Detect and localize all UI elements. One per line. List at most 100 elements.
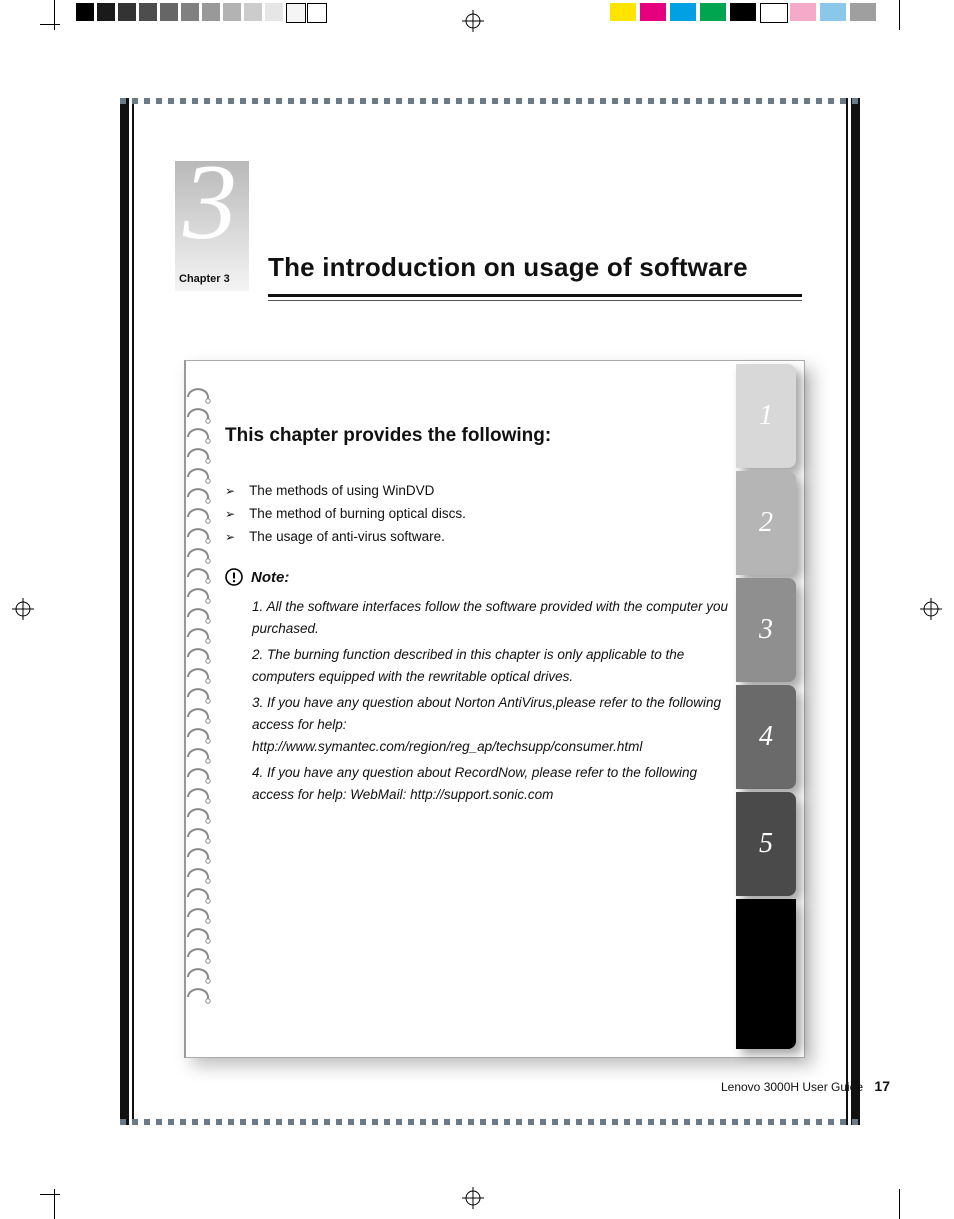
note-list: 1. All the software interfaces follow th… [252, 596, 732, 810]
spiral-ring-icon [186, 848, 216, 866]
chapter-number: 3 [183, 141, 237, 265]
spiral-ring-icon [186, 528, 216, 546]
chapter-badge: 3 Chapter 3 [175, 161, 249, 291]
registration-mark-icon [462, 1187, 484, 1209]
spiral-ring-icon [186, 828, 216, 846]
color-swatch [700, 3, 726, 21]
spiral-ring-icon [186, 568, 216, 586]
spiral-ring-icon [186, 488, 216, 506]
crop-mark [40, 24, 60, 25]
frame-inner-left [132, 98, 134, 1125]
spiral-ring-icon [186, 988, 216, 1006]
spiral-ring-icon [186, 688, 216, 706]
spiral-ring-icon [186, 648, 216, 666]
spiral-ring-icon [186, 608, 216, 626]
crop-mark [40, 1194, 60, 1195]
section-tab[interactable]: 5 [736, 792, 796, 896]
spiral-ring-icon [186, 948, 216, 966]
spiral-ring-icon [186, 548, 216, 566]
chapter-title: The introduction on usage of software [268, 252, 748, 283]
page-canvas: 3 Chapter 3 The introduction on usage of… [0, 0, 954, 1219]
section-tab[interactable]: 3 [736, 578, 796, 682]
gray-swatch [160, 3, 178, 21]
list-item: ➢The methods of using WinDVD [225, 480, 466, 502]
spiral-ring-icon [186, 628, 216, 646]
spiral-binding-icon [186, 388, 218, 1022]
color-swatch [760, 3, 788, 23]
frame-inner-right [846, 98, 848, 1125]
spiral-ring-icon [186, 728, 216, 746]
spiral-ring-icon [186, 928, 216, 946]
registration-mark-icon [920, 598, 942, 620]
tab-label: 3 [759, 614, 773, 646]
section-heading: This chapter provides the following: [225, 425, 551, 447]
spiral-ring-icon [186, 968, 216, 986]
registration-mark-icon [12, 598, 34, 620]
spiral-ring-icon [186, 768, 216, 786]
frame-right-bar [851, 98, 860, 1125]
list-item: ➢ The method of burning optical discs. [225, 503, 466, 525]
note-item: 1. All the software interfaces follow th… [252, 596, 732, 640]
spiral-ring-icon [186, 668, 216, 686]
section-tab[interactable]: 4 [736, 685, 796, 789]
spiral-ring-icon [186, 428, 216, 446]
gray-swatch [286, 3, 306, 23]
note-icon [225, 568, 243, 586]
section-tab[interactable]: 2 [736, 471, 796, 575]
frame-bottom-dash [120, 1119, 860, 1125]
color-swatch [790, 3, 816, 21]
crop-mark [899, 0, 900, 30]
gray-swatch [223, 3, 241, 21]
gray-swatch [202, 3, 220, 21]
spiral-ring-icon [186, 788, 216, 806]
spiral-ring-icon [186, 908, 216, 926]
crop-mark [899, 1189, 900, 1219]
tab-label: 2 [759, 507, 773, 539]
color-swatch [640, 3, 666, 21]
bullet-text: The method of burning optical discs. [249, 503, 466, 525]
spiral-ring-icon [186, 388, 216, 406]
registration-mark-icon [462, 10, 484, 32]
crop-mark [54, 0, 55, 30]
gray-swatch [118, 3, 136, 21]
title-rule-thick [268, 294, 802, 297]
spiral-ring-icon [186, 748, 216, 766]
bullet-arrow-icon: ➢ [225, 503, 235, 525]
gray-swatch [265, 3, 283, 21]
bullet-arrow-icon: ➢ [225, 480, 235, 502]
list-item: ➢ The usage of anti-virus software. [225, 526, 466, 548]
section-tabs: 1 2 3 4 5 [736, 364, 796, 1052]
spiral-ring-icon [186, 448, 216, 466]
color-swatch [670, 3, 696, 21]
frame-left-bar [120, 98, 129, 1125]
spiral-ring-icon [186, 708, 216, 726]
bullet-list: ➢The methods of using WinDVD➢The method … [225, 480, 466, 549]
note-label: Note: [251, 569, 289, 586]
spiral-ring-icon [186, 808, 216, 826]
color-swatch [850, 3, 876, 21]
spiral-ring-icon [186, 868, 216, 886]
tab-strip-end [736, 899, 796, 1049]
title-rule-thin [268, 300, 802, 301]
gray-swatch [244, 3, 262, 21]
guide-name: Lenovo 3000H User Guide [721, 1080, 863, 1094]
spiral-ring-icon [186, 588, 216, 606]
section-tab[interactable]: 1 [736, 364, 796, 468]
note-item: 4. If you have any question about Record… [252, 762, 732, 806]
spiral-ring-icon [186, 888, 216, 906]
tab-label: 4 [759, 721, 773, 753]
tab-label: 5 [759, 828, 773, 860]
note-item: 2. The burning function described in thi… [252, 644, 732, 688]
spiral-ring-icon [186, 468, 216, 486]
color-swatch [820, 3, 846, 21]
spiral-ring-icon [186, 508, 216, 526]
page-footer: Lenovo 3000H User Guide 17 [0, 1078, 954, 1094]
gray-swatch [97, 3, 115, 21]
color-swatch [730, 3, 756, 21]
note-item: 3. If you have any question about Norton… [252, 692, 732, 758]
page-number: 17 [874, 1078, 890, 1094]
tab-label: 1 [759, 400, 773, 432]
bullet-arrow-icon: ➢ [225, 526, 235, 548]
spiral-ring-icon [186, 408, 216, 426]
bullet-text: The usage of anti-virus software. [249, 526, 445, 548]
